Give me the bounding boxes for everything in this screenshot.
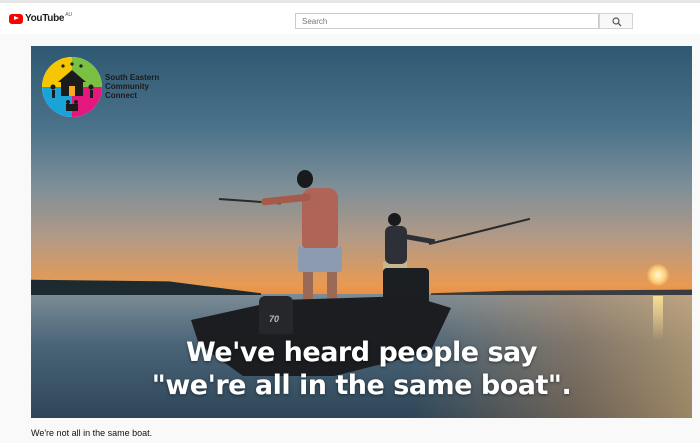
- caption-line-1: We've heard people say: [185, 337, 538, 368]
- fisherman-2-head: [388, 213, 401, 226]
- organisation-logo-icon: [42, 57, 102, 117]
- top-bar: YouTube AU: [0, 0, 700, 34]
- org-name-line: South Eastern: [105, 73, 160, 82]
- org-name-line: Connect: [105, 91, 137, 100]
- fisherman-2-body: [385, 226, 407, 264]
- fisherman-1-head: [297, 170, 313, 188]
- youtube-play-icon: [9, 13, 23, 24]
- video-player[interactable]: 70 South Eastern Community Connect We've…: [31, 46, 692, 418]
- sun: [647, 264, 669, 286]
- search-button[interactable]: [599, 13, 633, 29]
- caption-line-2: "we're all in the same boat".: [151, 370, 572, 401]
- organisation-name: South Eastern Community Connect: [105, 73, 159, 100]
- search-icon: [612, 17, 622, 27]
- fisherman-1-shorts: [298, 246, 342, 272]
- far-shore: [431, 289, 692, 295]
- headland: [31, 279, 261, 295]
- youtube-logo[interactable]: YouTube AU: [9, 11, 73, 24]
- youtube-wordmark: YouTube: [25, 13, 65, 24]
- video-description: We're not all in the same boat.: [31, 428, 153, 438]
- fishing-rod-right: [428, 217, 531, 245]
- engine-label: 70: [269, 314, 280, 324]
- country-code: AU: [65, 11, 73, 18]
- org-name-line: Community: [105, 82, 149, 91]
- sun-reflection: [653, 296, 663, 340]
- search-input[interactable]: [295, 13, 599, 29]
- video-caption: We've heard people say "we're all in the…: [31, 336, 692, 402]
